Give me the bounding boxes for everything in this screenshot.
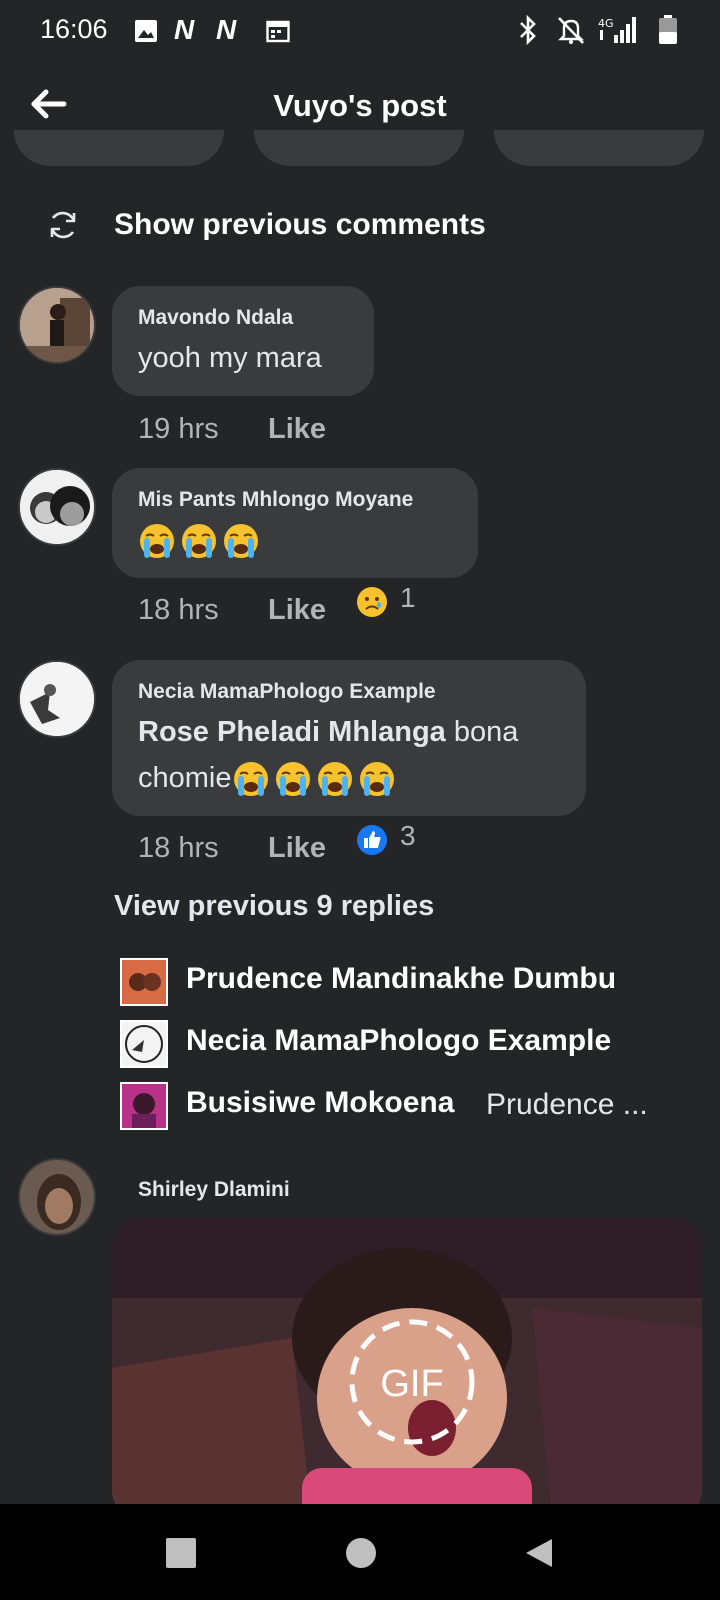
reaction-count[interactable]: 3 <box>400 820 416 852</box>
n-notification-icon: N <box>216 14 237 45</box>
avatar[interactable] <box>18 468 96 546</box>
sad-reaction-icon[interactable] <box>356 586 388 618</box>
loudly-crying-face-icon <box>233 762 268 797</box>
comment-emoji-row <box>138 518 264 562</box>
n-notification-icon: N <box>174 14 195 45</box>
avatar[interactable] <box>18 286 96 364</box>
reply-preview-row[interactable]: Busisiwe Mokoena Prudence ... <box>120 1080 680 1130</box>
back-triangle-icon[interactable] <box>522 1536 556 1570</box>
comment-author[interactable]: Mavondo Ndala <box>138 306 293 330</box>
status-time: 16:06 <box>40 14 108 44</box>
reply-author: Busisiwe Mokoena <box>186 1086 455 1119</box>
reply-text: Prudence ... <box>486 1088 648 1121</box>
avatar-photo <box>20 288 94 362</box>
system-navigation-bar <box>0 1504 720 1600</box>
like-button[interactable]: Like <box>268 413 326 446</box>
comment-author[interactable]: Necia MamaPhologo Example <box>138 680 436 704</box>
mention-link[interactable]: Rose Pheladi Mhlanga <box>138 716 446 748</box>
show-previous-comments-label: Show previous comments <box>114 208 486 241</box>
loudly-crying-face-icon <box>140 524 174 559</box>
loudly-crying-face-icon <box>182 524 216 559</box>
reaction-filter-pill[interactable] <box>494 130 704 166</box>
bell-off-icon <box>558 17 584 44</box>
gif-play-icon[interactable]: GIF <box>344 1314 480 1450</box>
avatar-photo <box>20 1160 94 1234</box>
comment-bubble[interactable]: Mavondo Ndala yooh my mara <box>112 286 374 396</box>
reply-author: Prudence Mandinakhe Dumbu <box>186 962 617 995</box>
gif-attachment[interactable]: GIF <box>112 1218 702 1518</box>
comment-timestamp: 18 hrs <box>138 832 219 864</box>
avatar-photo <box>122 1022 166 1066</box>
comment-author[interactable]: Shirley Dlamini <box>138 1178 290 1202</box>
like-button[interactable]: Like <box>268 832 326 865</box>
comment-text: yooh my mara <box>138 342 322 374</box>
show-previous-comments-button[interactable]: Show previous comments <box>40 200 540 250</box>
calendar-icon <box>266 20 290 43</box>
reply-avatar <box>120 1020 168 1068</box>
bluetooth-icon <box>520 15 536 45</box>
comment-text-line2: chomie <box>138 756 400 800</box>
reaction-count[interactable]: 1 <box>400 582 416 614</box>
page-title: Vuyo's post <box>273 88 447 123</box>
comment-author[interactable]: Mis Pants Mhlongo Moyane <box>138 488 413 512</box>
avatar-photo <box>122 960 166 1004</box>
avatar-photo <box>20 470 94 544</box>
reaction-filter-pill[interactable] <box>254 130 464 166</box>
signal-4g-icon: 4G <box>598 17 636 43</box>
loudly-crying-face-icon <box>359 762 394 797</box>
comment-text-part: bona <box>453 716 519 748</box>
like-button[interactable]: Like <box>268 594 326 627</box>
thumbs-up-reaction-icon[interactable] <box>356 824 388 856</box>
view-previous-replies-button[interactable]: View previous 9 replies <box>114 890 434 923</box>
reply-avatar <box>120 958 168 1006</box>
loudly-crying-face-icon <box>317 762 352 797</box>
comment-text-part: chomie <box>138 762 232 794</box>
comment-timestamp: 19 hrs <box>138 413 219 445</box>
comment-timestamp: 18 hrs <box>138 594 219 626</box>
reaction-filter-pill[interactable] <box>14 130 224 166</box>
comment-bubble[interactable]: Mis Pants Mhlongo Moyane <box>112 468 478 578</box>
comment-text: Rose Pheladi Mhlanga bona <box>138 710 518 754</box>
refresh-icon <box>50 211 76 239</box>
image-icon <box>135 20 157 42</box>
svg-text:4G: 4G <box>598 17 614 30</box>
comment-bubble[interactable]: Necia MamaPhologo Example Rose Pheladi M… <box>112 660 586 816</box>
battery-icon <box>659 15 677 44</box>
recents-square-icon[interactable] <box>166 1538 196 1568</box>
avatar[interactable] <box>18 1158 96 1236</box>
home-circle-icon[interactable] <box>346 1538 376 1568</box>
loudly-crying-face-icon <box>275 762 310 797</box>
reply-author: Necia MamaPhologo Example <box>186 1024 612 1057</box>
reply-avatar <box>120 1082 168 1130</box>
reply-preview-row[interactable]: Necia MamaPhologo Example Pı <box>120 1018 680 1068</box>
avatar[interactable] <box>18 660 96 738</box>
avatar-photo <box>122 1084 166 1128</box>
reply-preview-row[interactable]: Prudence Mandinakhe Dumbu N <box>120 956 680 1006</box>
status-bar: 16:06 N N 4G <box>0 0 720 62</box>
loudly-crying-face-icon <box>224 524 258 559</box>
avatar-photo <box>20 662 94 736</box>
gif-label: GIF <box>380 1363 443 1405</box>
